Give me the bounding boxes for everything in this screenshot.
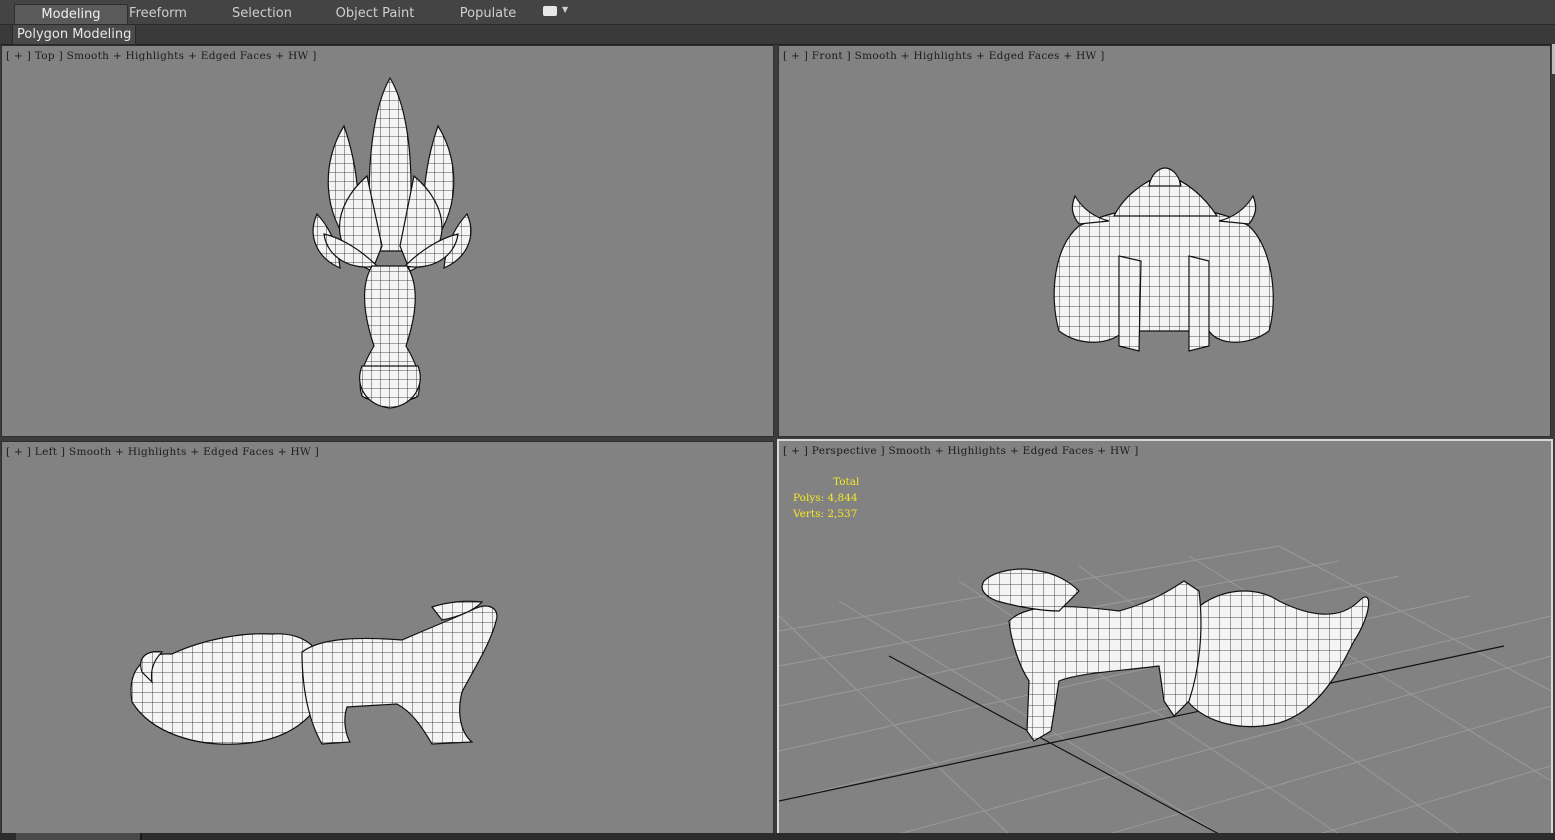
viewport-front[interactable]: [ + ] Front ] Smooth + Highlights + Edge…	[778, 45, 1551, 437]
model-perspective-view	[779, 545, 1551, 834]
ribbon-tab-bar: Modeling Freeform Selection Object Paint…	[0, 0, 1555, 25]
ribbon-options-icon[interactable]	[543, 6, 557, 16]
chevron-down-icon[interactable]: ▼	[562, 5, 568, 14]
tab-selection[interactable]: Selection	[222, 4, 302, 23]
viewport-top[interactable]: [ + ] Top ] Smooth + Highlights + Edged …	[1, 45, 774, 437]
viewport-left[interactable]: [ + ] Left ] Smooth + Highlights + Edged…	[1, 441, 774, 834]
model-front-view	[1053, 167, 1274, 352]
polygon-modeling-panel-button[interactable]: Polygon Modeling	[12, 24, 137, 45]
model-left-view	[130, 600, 498, 745]
timeline-slider[interactable]	[16, 833, 142, 840]
tab-populate[interactable]: Populate	[448, 4, 528, 23]
status-bar	[0, 833, 1555, 840]
tab-freeform[interactable]: Freeform	[112, 4, 204, 23]
tab-object-paint[interactable]: Object Paint	[330, 4, 420, 23]
viewport-perspective[interactable]: [ + ] Perspective ] Smooth + Highlights …	[777, 439, 1553, 836]
model-top-view	[312, 76, 472, 409]
ribbon-panel	[0, 25, 1555, 45]
tab-modeling[interactable]: Modeling	[14, 4, 128, 24]
